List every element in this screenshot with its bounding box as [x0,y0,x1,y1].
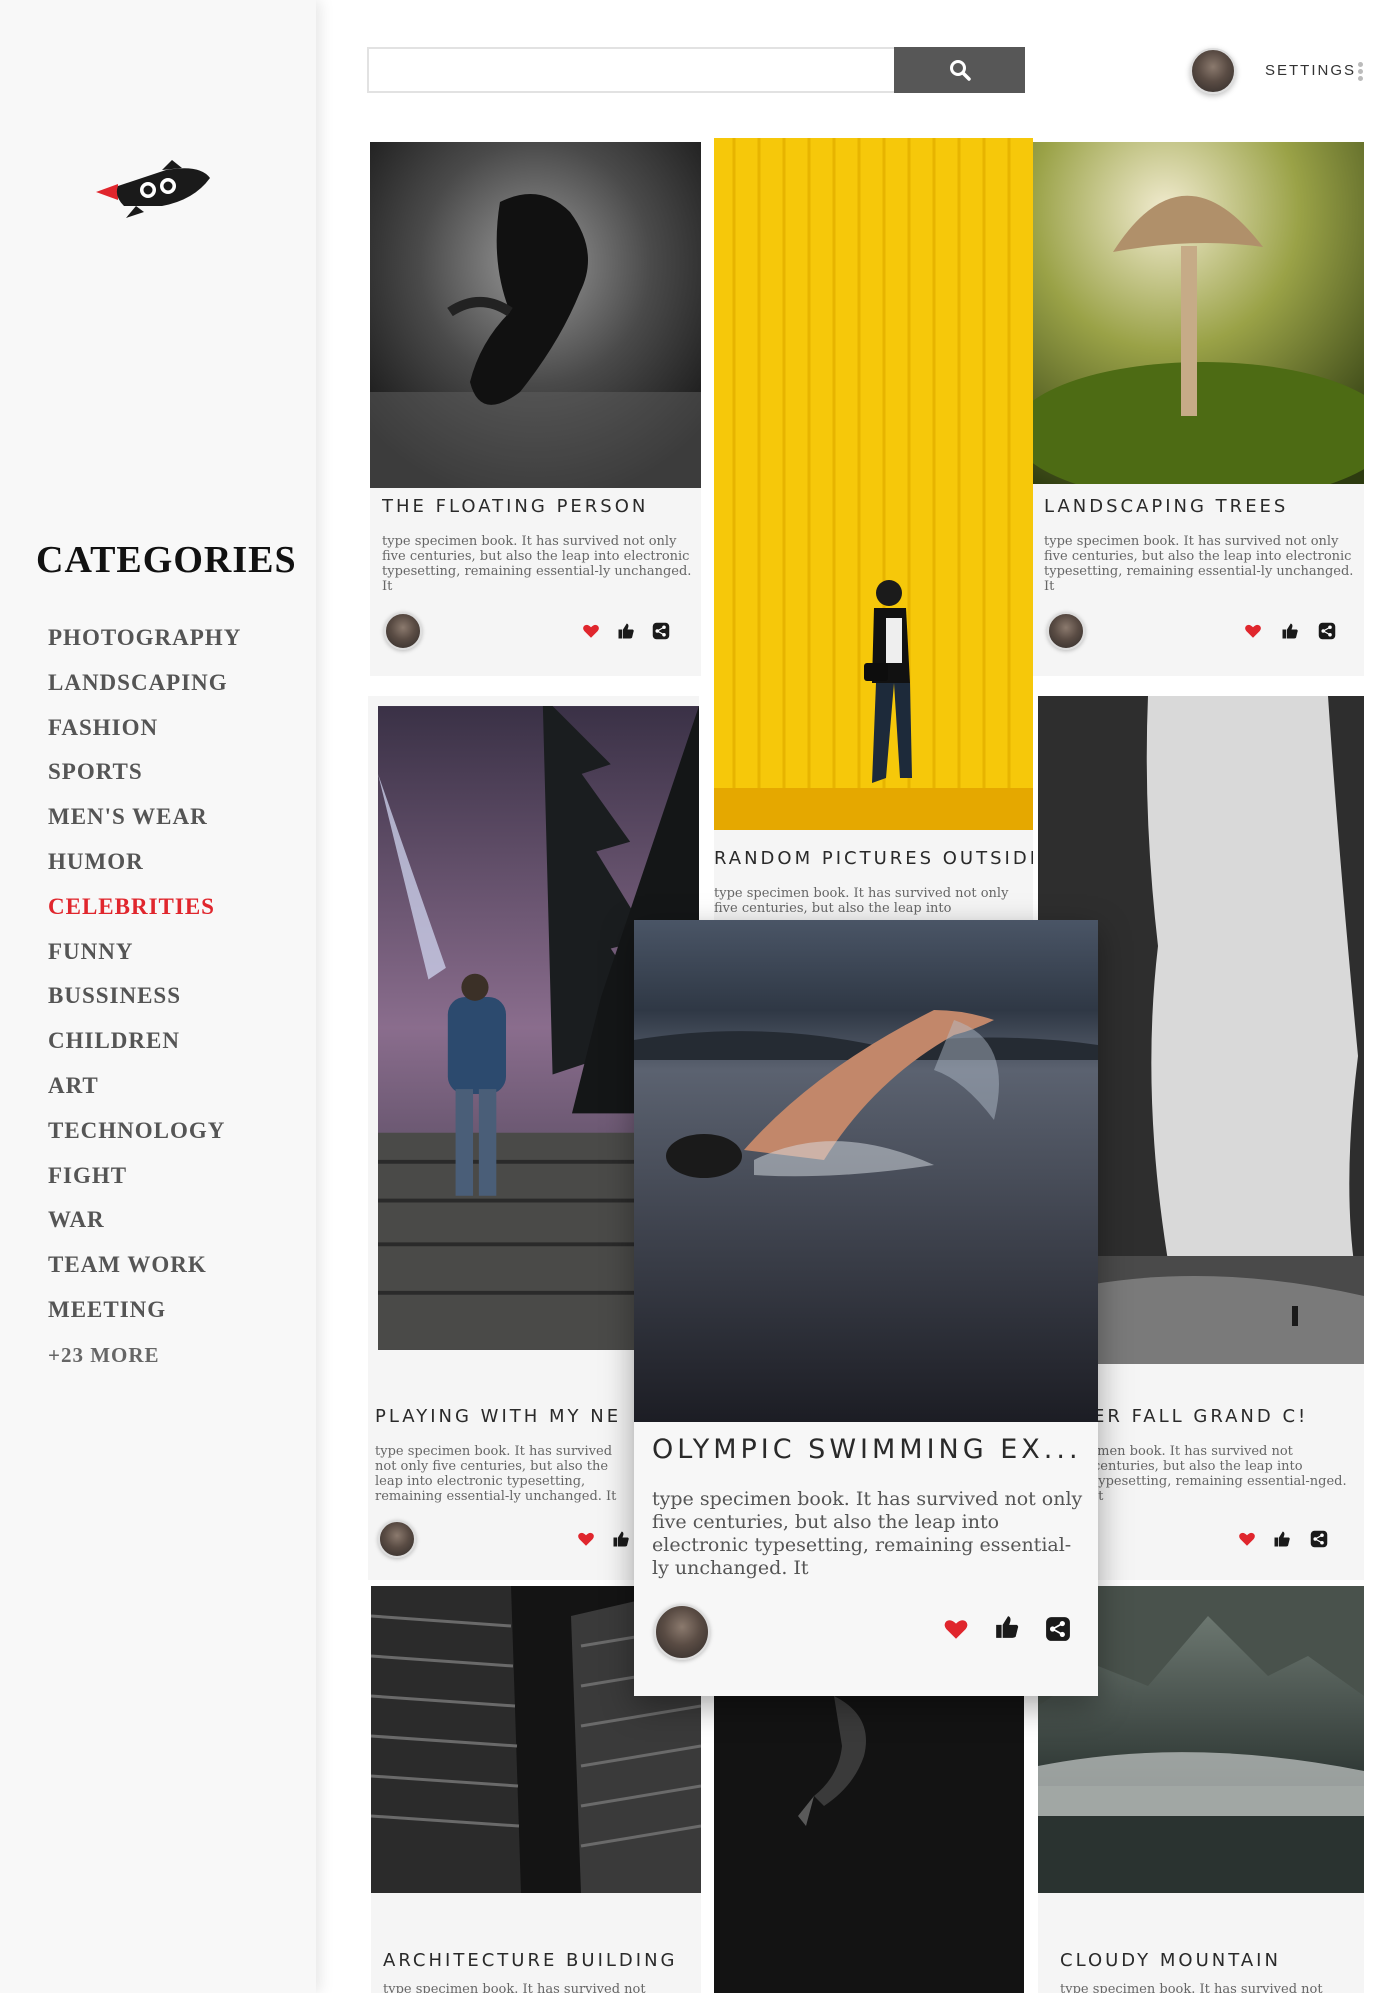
user-avatar[interactable] [1190,48,1236,94]
category-item-meeting[interactable]: MEETING [48,1292,241,1337]
card-description: type specimen book. It has survived not [1060,1982,1323,1993]
category-item-team-work[interactable]: TEAM WORK [48,1247,241,1292]
like-icon[interactable] [1281,622,1299,640]
search-input[interactable] [369,49,894,91]
category-item-bussiness[interactable]: BUSSINESS [48,978,241,1023]
author-avatar[interactable] [1047,612,1085,650]
author-avatar[interactable] [654,1604,710,1660]
card-title: CLOUDY MOUNTAIN [1060,1950,1281,1971]
more-options-icon[interactable] [1358,62,1364,82]
card-description: type specimen book. It has survived not … [714,886,1009,916]
card-title: ARCHITECTURE BUILDING [383,1950,678,1971]
category-item-mens-wear[interactable]: MEN'S WEAR [48,799,241,844]
card-description: type specimen book. It has survived not … [382,534,692,594]
card-title: ER FALL GRAND C! [1093,1406,1309,1427]
photo-mushroom [1033,142,1364,484]
category-item-humor[interactable]: HUMOR [48,844,241,889]
heart-icon[interactable] [1238,1530,1256,1548]
card-description: type specimen book. It has survived not [383,1982,646,1993]
category-item-fashion[interactable]: FASHION [48,710,241,755]
author-avatar[interactable] [378,1520,416,1558]
card-landscaping-trees[interactable]: LANDSCAPING TREES type specimen book. It… [1033,142,1364,676]
author-avatar[interactable] [384,612,422,650]
categories-heading: CATEGORIES [36,539,297,581]
photo-swimmer [634,920,1098,1422]
photo-yellow-wall [714,138,1033,830]
category-item-funny[interactable]: FUNNY [48,934,241,979]
search-icon [949,60,971,81]
category-list: PHOTOGRAPHY LANDSCAPING FASHION SPORTS M… [48,620,241,1382]
card-description: type specimen book. It has survived not … [375,1444,617,1504]
rocket-logo-icon[interactable] [96,156,212,222]
heart-icon[interactable] [582,622,600,640]
card-title: LANDSCAPING TREES [1044,496,1289,517]
share-icon[interactable] [652,622,670,640]
settings-link[interactable]: SETTINGS [1265,62,1356,79]
category-item-children[interactable]: CHILDREN [48,1023,241,1068]
photo-underwater-person [370,142,701,488]
card-diver[interactable] [714,1696,1024,1993]
category-item-photography[interactable]: PHOTOGRAPHY [48,620,241,665]
sidebar: CATEGORIES PHOTOGRAPHY LANDSCAPING FASHI… [0,0,316,1993]
card-random-pictures[interactable]: RANDOM PICTURES OUTSIDE type specimen bo… [714,138,1033,928]
category-item-fight[interactable]: FIGHT [48,1158,241,1203]
category-item-technology[interactable]: TECHNOLOGY [48,1113,241,1158]
like-icon[interactable] [1273,1530,1291,1548]
card-title: OLYMPIC SWIMMING EX... [652,1434,1082,1465]
card-description: type specimen book. It has survived not … [652,1488,1083,1579]
heart-icon[interactable] [1244,622,1262,640]
share-icon[interactable] [1045,1616,1071,1642]
like-icon[interactable] [612,1530,630,1548]
category-item-war[interactable]: WAR [48,1202,241,1247]
card-title: PLAYING WITH MY NE [375,1406,622,1427]
card-title: THE FLOATING PERSON [382,496,649,517]
category-item-sports[interactable]: SPORTS [48,754,241,799]
category-item-art[interactable]: ART [48,1068,241,1113]
search-button[interactable] [894,47,1025,93]
photo-diver [714,1696,1024,1993]
card-floating-person[interactable]: THE FLOATING PERSON type specimen book. … [370,142,701,676]
category-item-landscaping[interactable]: LANDSCAPING [48,665,241,710]
card-description: type specimen book. It has survived not … [1044,534,1354,594]
share-icon[interactable] [1318,622,1336,640]
search-bar [367,47,1025,93]
card-title: RANDOM PICTURES OUTSIDE [714,848,1033,869]
category-item-celebrities[interactable]: CELEBRITIES [48,889,241,934]
more-categories-link[interactable]: +23 MORE [48,1337,241,1382]
card-description: imen book. It has survived not centuries… [1093,1444,1347,1504]
card-olympic-swimming[interactable]: OLYMPIC SWIMMING EX... type specimen boo… [634,920,1098,1696]
heart-icon[interactable] [577,1530,595,1548]
like-icon[interactable] [994,1614,1020,1640]
share-icon[interactable] [1310,1530,1328,1548]
like-icon[interactable] [617,622,635,640]
heart-icon[interactable] [943,1616,969,1642]
